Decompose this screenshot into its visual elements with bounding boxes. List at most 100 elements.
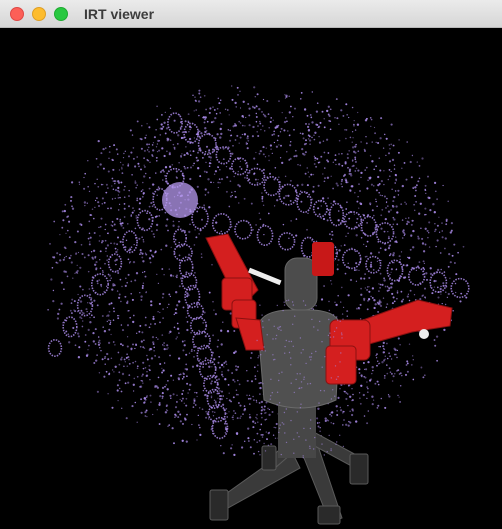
cloud-point [134, 227, 137, 230]
cloud-point [193, 244, 196, 246]
cloud-point [144, 316, 147, 319]
title-bar[interactable]: IRT viewer [0, 0, 502, 28]
cloud-point [105, 250, 107, 252]
cloud-point [426, 278, 428, 281]
cloud-point [273, 130, 276, 133]
cloud-point [259, 218, 262, 221]
cloud-point [169, 330, 172, 333]
cloud-point [204, 127, 207, 130]
cloud-point [233, 453, 236, 457]
cloud-point [153, 183, 155, 186]
trajectory-ring [91, 273, 110, 296]
cloud-point [94, 206, 96, 208]
cloud-point [279, 157, 282, 159]
cloud-point [285, 339, 287, 342]
scene-canvas[interactable] [0, 28, 502, 529]
cloud-point [245, 141, 247, 143]
cloud-point [371, 209, 374, 212]
cloud-point [239, 166, 241, 168]
cloud-point [336, 316, 338, 318]
cloud-point [339, 320, 341, 322]
cloud-point [256, 163, 259, 166]
cloud-point [347, 232, 349, 234]
cloud-point [341, 164, 344, 167]
cloud-point [261, 197, 264, 200]
cloud-point [363, 299, 366, 302]
cloud-point [262, 320, 264, 322]
cloud-point [346, 156, 349, 160]
cloud-point [136, 375, 139, 378]
cloud-point [355, 143, 357, 146]
cloud-point [88, 293, 92, 296]
cloud-point [285, 95, 288, 99]
cloud-point [74, 240, 77, 244]
cloud-point [156, 273, 158, 276]
cloud-point [236, 417, 239, 420]
cloud-point [167, 229, 169, 232]
cloud-point [250, 202, 253, 205]
cloud-point [136, 197, 138, 199]
cloud-point [369, 177, 371, 180]
cloud-point [157, 376, 160, 379]
cloud-point [248, 107, 251, 110]
cloud-point [116, 384, 119, 387]
cloud-point [224, 378, 227, 381]
3d-viewport[interactable] [0, 28, 502, 529]
cloud-point [103, 330, 107, 333]
cloud-point [421, 157, 424, 160]
cloud-point [247, 139, 250, 142]
cloud-point [157, 311, 159, 313]
cloud-point [73, 300, 76, 303]
cloud-point [143, 347, 146, 349]
cloud-point [234, 139, 237, 141]
cloud-point [284, 175, 287, 178]
cloud-point [189, 154, 192, 157]
cloud-point [205, 411, 207, 413]
cloud-point [288, 95, 290, 97]
cloud-point [434, 190, 437, 193]
cloud-point [73, 309, 75, 311]
cloud-point [257, 364, 259, 366]
cloud-point [307, 138, 310, 140]
cloud-point [366, 308, 369, 311]
cloud-point [114, 182, 116, 185]
cloud-point [145, 253, 148, 256]
cloud-point [81, 320, 84, 322]
cloud-point [441, 222, 443, 224]
cloud-point [142, 240, 145, 243]
cloud-point [124, 295, 127, 298]
cloud-point [127, 163, 130, 165]
cloud-point [229, 167, 232, 170]
cloud-point [293, 128, 295, 131]
cloud-point [243, 440, 246, 443]
cloud-point [371, 403, 374, 406]
cloud-point [109, 320, 112, 322]
minimize-icon[interactable] [32, 7, 46, 21]
cloud-point [292, 304, 295, 306]
cloud-point [324, 419, 327, 423]
cloud-point [262, 125, 264, 127]
cloud-point [237, 170, 239, 173]
cloud-point [198, 92, 201, 95]
cloud-point [268, 159, 270, 162]
cloud-point [228, 392, 230, 394]
cloud-point [327, 113, 330, 116]
cloud-point [151, 254, 153, 256]
cloud-point [383, 277, 385, 280]
cloud-point [124, 382, 127, 385]
cloud-point [185, 363, 188, 366]
cloud-point [148, 257, 152, 260]
cloud-point [370, 261, 373, 264]
cloud-point [358, 368, 361, 371]
cloud-point [155, 128, 157, 131]
cloud-point [210, 121, 213, 124]
cloud-point [107, 358, 110, 361]
maximize-icon[interactable] [54, 7, 68, 21]
cloud-point [369, 117, 372, 119]
close-icon[interactable] [10, 7, 24, 21]
cloud-point [140, 138, 143, 141]
cloud-point [98, 339, 101, 342]
cloud-point [284, 94, 286, 96]
cloud-point [340, 180, 343, 183]
cloud-point [168, 293, 171, 296]
